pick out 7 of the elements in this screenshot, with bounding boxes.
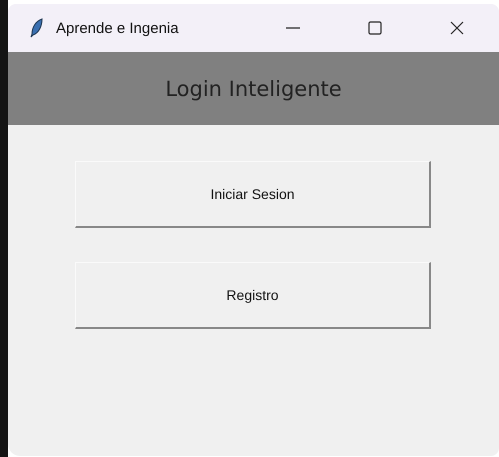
app-heading: Login Inteligente [165,76,342,100]
menu-button[interactable]: Iniciar Sesion [75,161,431,228]
close-icon[interactable] [449,20,465,36]
menu-button[interactable]: Registro [75,262,431,329]
maximize-icon[interactable] [367,20,383,36]
window-title: Aprende e Ingenia [56,20,179,36]
feather-icon [30,18,44,38]
